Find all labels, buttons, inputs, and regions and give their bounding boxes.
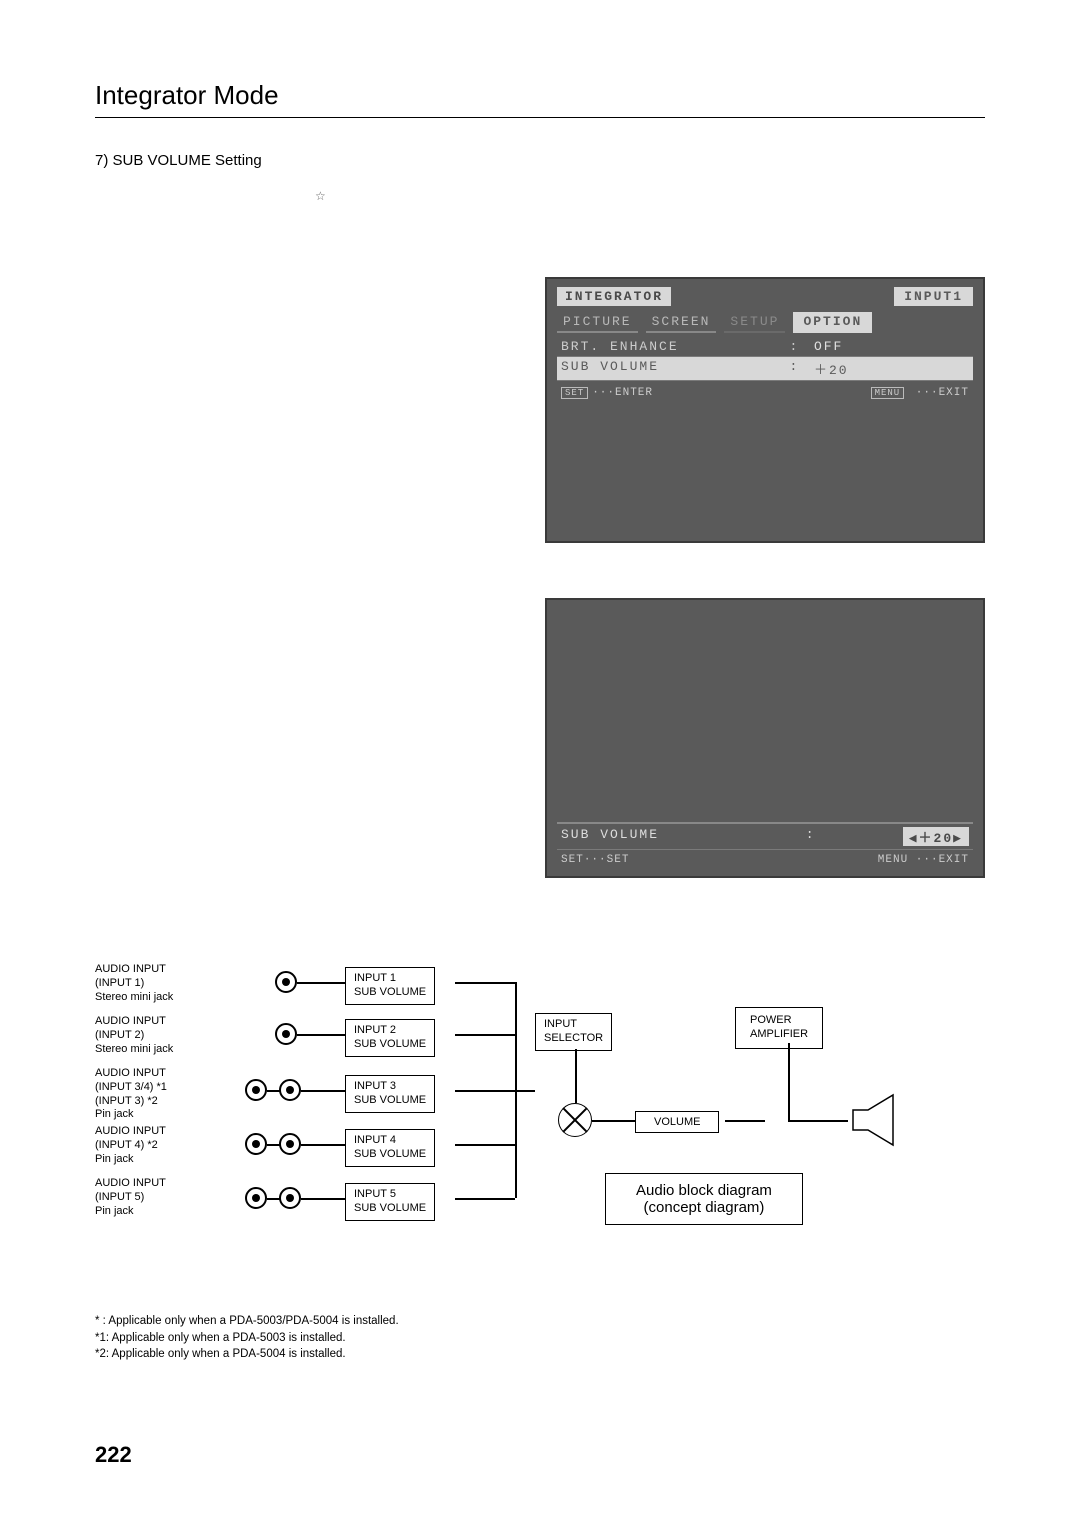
input-selector-box: INPUT SELECTOR [535, 1013, 612, 1051]
section-title: 7) SUB VOLUME Setting [95, 152, 985, 169]
page-title: Integrator Mode [95, 80, 985, 118]
row-sep: : [789, 359, 813, 378]
footer-exit: ···EXIT [916, 854, 969, 866]
jack-icon [245, 1187, 267, 1209]
row-key: SUB VOLUME [561, 827, 806, 846]
osd-sub-volume-adjust: SUB VOLUME : ◀＋20▶ SET ···SET MENU ···EX… [545, 598, 985, 878]
osd-left-label: INTEGRATOR [557, 287, 671, 306]
input-label: AUDIO INPUT (INPUT 1) Stereo mini jack [95, 963, 225, 1004]
row-key: BRT. ENHANCE [561, 339, 789, 354]
tab-screen[interactable]: SCREEN [646, 312, 717, 333]
tab-option[interactable]: OPTION [793, 312, 872, 333]
osd-integrator-menu: INTEGRATOR INPUT1 PICTURE SCREEN SETUP O… [545, 277, 985, 543]
power-amp-box: POWER AMPLIFIER [735, 1007, 823, 1049]
tab-setup[interactable]: SETUP [724, 312, 785, 333]
diagram-caption: Audio block diagram (concept diagram) [605, 1173, 803, 1225]
sub-volume-box: INPUT 2 SUB VOLUME [345, 1019, 435, 1057]
row-key: SUB VOLUME [561, 359, 789, 378]
row-brt-enhance[interactable]: BRT. ENHANCE : OFF [557, 337, 973, 357]
audio-block-diagram: AUDIO INPUT (INPUT 1) Stereo mini jack A… [95, 963, 975, 1293]
sub-volume-box: INPUT 5 SUB VOLUME [345, 1183, 435, 1221]
jack-icon [245, 1133, 267, 1155]
star-marker: ☆ [315, 189, 326, 203]
jack-icon [275, 971, 297, 993]
jack-icon [275, 1023, 297, 1045]
row-val: ◀＋20▶ [903, 827, 969, 846]
page-number: 222 [95, 1442, 132, 1468]
menu-key-icon: MENU [871, 387, 905, 399]
footnote: *2: Applicable only when a PDA-5004 is i… [95, 1346, 985, 1363]
input-label: AUDIO INPUT (INPUT 5) Pin jack [95, 1177, 225, 1218]
jack-icon [279, 1133, 301, 1155]
jack-icon [279, 1079, 301, 1101]
jack-icon [279, 1187, 301, 1209]
row-sep: : [806, 827, 816, 846]
sub-volume-adjust-row[interactable]: SUB VOLUME : ◀＋20▶ [557, 822, 973, 850]
sub-volume-box: INPUT 1 SUB VOLUME [345, 967, 435, 1005]
footer-set: ···SET [584, 854, 630, 866]
row-val: OFF [814, 339, 969, 354]
mixer-icon [558, 1103, 592, 1137]
sub-volume-box: INPUT 3 SUB VOLUME [345, 1075, 435, 1113]
footnote: * : Applicable only when a PDA-5003/PDA-… [95, 1313, 985, 1330]
tab-picture[interactable]: PICTURE [557, 312, 638, 333]
footer-exit: ···EXIT [916, 387, 969, 399]
volume-box: VOLUME [635, 1111, 719, 1133]
menu-key-icon: MENU [878, 854, 908, 866]
speaker-icon [848, 1090, 908, 1150]
jack-icon [245, 1079, 267, 1101]
row-val: ＋20 [814, 359, 969, 378]
input-label: AUDIO INPUT (INPUT 3/4) *1 (INPUT 3) *2 … [95, 1067, 225, 1122]
row-sep: : [789, 339, 813, 354]
footnotes: * : Applicable only when a PDA-5003/PDA-… [95, 1313, 985, 1363]
row-sub-volume[interactable]: SUB VOLUME : ＋20 [557, 357, 973, 381]
input-label: AUDIO INPUT (INPUT 4) *2 Pin jack [95, 1125, 225, 1166]
input-label: AUDIO INPUT (INPUT 2) Stereo mini jack [95, 1015, 225, 1056]
set-key-icon: SET [561, 387, 588, 399]
sub-volume-box: INPUT 4 SUB VOLUME [345, 1129, 435, 1167]
set-key-icon: SET [561, 854, 584, 866]
footnote: *1: Applicable only when a PDA-5003 is i… [95, 1330, 985, 1347]
footer-enter: ···ENTER [592, 387, 653, 399]
osd-right-label: INPUT1 [894, 287, 973, 306]
